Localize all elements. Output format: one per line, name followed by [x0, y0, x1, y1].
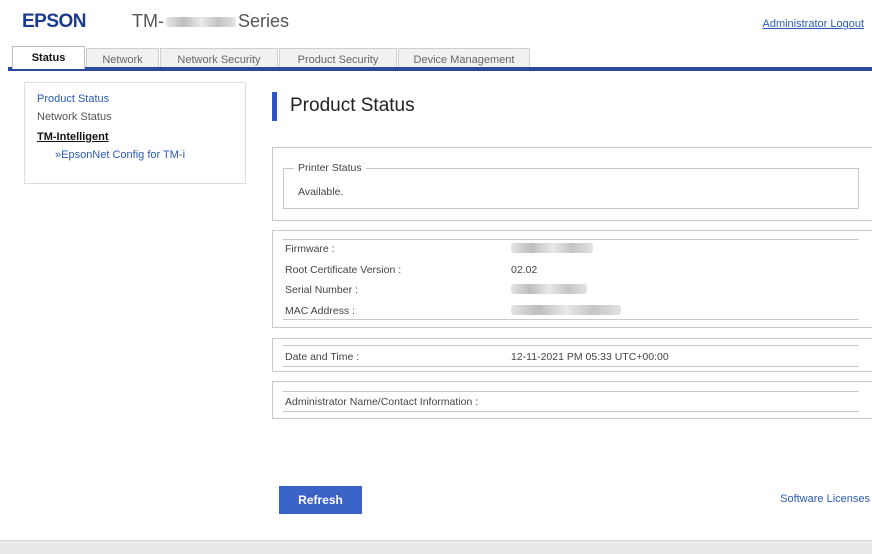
administrator-info-panel: Administrator Name/Contact Information : [272, 381, 872, 419]
root-cert-label: Root Certificate Version : [285, 264, 402, 276]
date-time-value: 12-11-2021 PM 05:33 UTC+00:00 [511, 351, 669, 363]
sidebar-item-network-status[interactable]: Network Status [37, 111, 233, 123]
printer-status-panel: Printer Status Available. [272, 147, 872, 221]
printer-status-fieldset: Printer Status Available. [283, 162, 859, 209]
model-prefix: TM- [132, 11, 164, 31]
bottom-bar [0, 540, 872, 554]
header: EPSON TM- Series Administrator Logout [0, 0, 872, 40]
model-redacted [165, 16, 236, 27]
software-licenses-link[interactable]: Software Licenses [780, 493, 870, 505]
printer-status-legend: Printer Status [294, 162, 366, 174]
divider [283, 411, 859, 412]
serial-label: Serial Number : [285, 284, 358, 296]
administrator-label: Administrator Name/Contact Information : [285, 396, 479, 408]
model-suffix: Series [237, 11, 290, 31]
sidebar: Product Status Network Status TM-Intelli… [24, 82, 246, 184]
tab-status[interactable]: Status [12, 46, 85, 69]
serial-value-redacted [511, 284, 587, 297]
administrator-logout-link[interactable]: Administrator Logout [763, 18, 865, 30]
tab-bar: Status Network Network Security Product … [0, 40, 872, 71]
sidebar-heading-tm-intelligent: TM-Intelligent [37, 131, 109, 143]
epson-logo: EPSON [22, 11, 87, 32]
mac-value-redacted [511, 305, 621, 318]
date-time-panel: Date and Time : 12-11-2021 PM 05:33 UTC+… [272, 338, 872, 372]
mac-row: MAC Address : [283, 301, 859, 319]
date-time-label: Date and Time : [285, 351, 360, 363]
title-accent-bar [272, 92, 277, 121]
page-title: Product Status [290, 95, 415, 116]
root-cert-row: Root Certificate Version : 02.02 [283, 260, 859, 278]
administrator-row: Administrator Name/Contact Information : [283, 392, 859, 410]
tab-underline [8, 67, 872, 71]
sidebar-item-product-status[interactable]: Product Status [37, 93, 233, 105]
model-name: TM- Series [132, 11, 289, 32]
root-cert-value: 02.02 [511, 264, 538, 276]
device-info-panel: Firmware : Root Certificate Version : 02… [272, 230, 872, 328]
date-time-row: Date and Time : 12-11-2021 PM 05:33 UTC+… [283, 347, 859, 365]
sidebar-item-epsonnet-config[interactable]: »EpsonNet Config for TM-i [55, 149, 233, 161]
serial-row: Serial Number : [283, 280, 859, 298]
divider [283, 366, 859, 367]
firmware-label: Firmware : [285, 243, 335, 255]
printer-status-value: Available. [298, 186, 344, 198]
firmware-row: Firmware : [283, 239, 859, 257]
divider [283, 319, 859, 320]
refresh-button[interactable]: Refresh [279, 486, 362, 514]
mac-label: MAC Address : [285, 305, 356, 317]
firmware-value-redacted [511, 243, 593, 256]
divider [283, 345, 859, 346]
